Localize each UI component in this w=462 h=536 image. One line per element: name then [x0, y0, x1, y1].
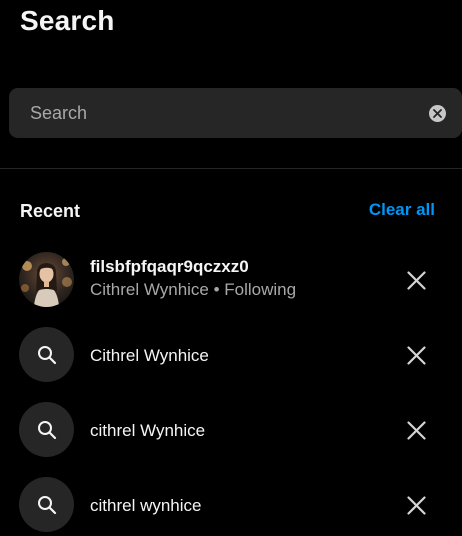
remove-recent-button[interactable] [406, 420, 426, 440]
remove-recent-button[interactable] [406, 345, 426, 365]
query-text: cithrel Wynhice [90, 421, 206, 440]
close-icon [433, 109, 442, 118]
search-icon [37, 420, 56, 439]
account-username: filsbfpfqaqr9qczxz0 [90, 257, 249, 276]
close-icon [406, 270, 426, 290]
search-icon-circle [19, 327, 74, 382]
query-text: cithrel wynhice [90, 496, 202, 515]
recent-item-text: Cithrel Wynhice [90, 345, 209, 367]
recent-item-query[interactable]: cithrel wynhice [0, 473, 462, 536]
search-icon-circle [19, 477, 74, 532]
divider [0, 168, 462, 169]
avatar [19, 252, 74, 307]
remove-recent-button[interactable] [406, 495, 426, 515]
page-title: Search [20, 5, 115, 36]
search-icon [37, 495, 56, 514]
search-input[interactable] [9, 88, 462, 138]
close-icon [406, 495, 426, 515]
recent-heading: Recent [20, 201, 81, 221]
recent-item-text: filsbfpfqaqr9qczxz0 Cithrel Wynhice • Fo… [90, 256, 296, 301]
recent-item-text: cithrel Wynhice [90, 420, 205, 442]
search-panel: Search Recent Clear all [0, 0, 462, 536]
close-icon [406, 345, 426, 365]
remove-recent-button[interactable] [406, 270, 426, 290]
recent-item-text: cithrel wynhice [90, 495, 202, 517]
recent-item-query[interactable]: Cithrel Wynhice [0, 323, 462, 398]
close-icon [406, 420, 426, 440]
account-subtitle: Cithrel Wynhice • Following [90, 280, 297, 299]
query-text: Cithrel Wynhice [90, 346, 209, 365]
recent-list: filsbfpfqaqr9qczxz0 Cithrel Wynhice • Fo… [0, 248, 462, 536]
search-icon [37, 345, 56, 364]
search-box [9, 88, 462, 138]
recent-item-account[interactable]: filsbfpfqaqr9qczxz0 Cithrel Wynhice • Fo… [0, 248, 462, 323]
clear-search-button[interactable] [429, 105, 446, 122]
recent-item-query[interactable]: cithrel Wynhice [0, 398, 462, 473]
search-icon-circle [19, 402, 74, 457]
clear-all-button[interactable]: Clear all [369, 200, 435, 220]
